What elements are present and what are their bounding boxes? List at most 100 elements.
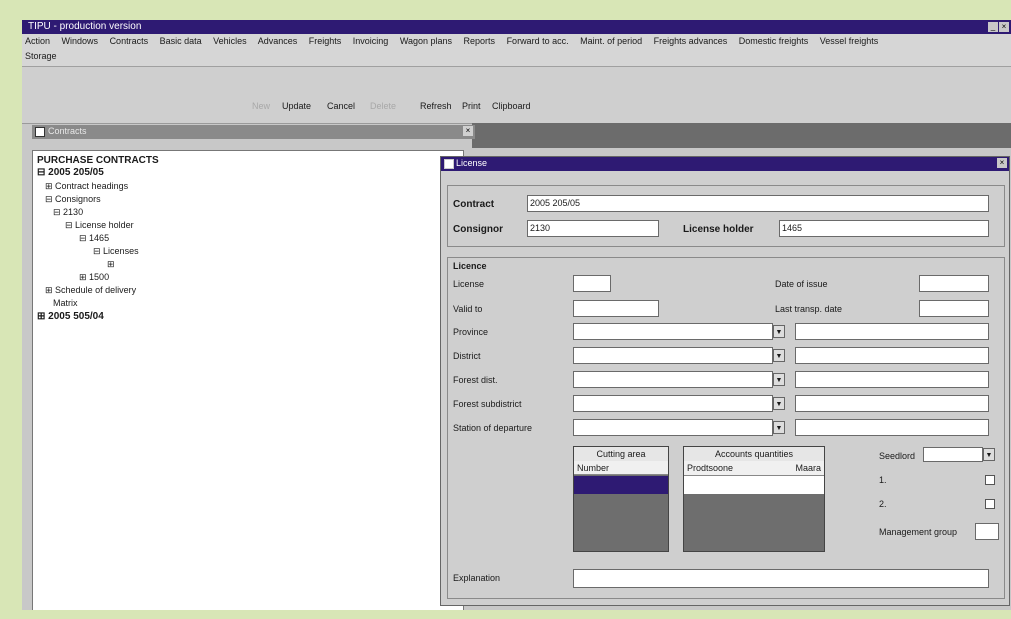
- close-icon[interactable]: ×: [463, 126, 473, 136]
- clipboard-button[interactable]: Clipboard: [492, 101, 531, 111]
- dropdown-arrow-icon[interactable]: ▼: [983, 448, 995, 461]
- menu-item[interactable]: Vessel freights: [820, 36, 879, 46]
- tree-node-label: 1500: [89, 272, 110, 282]
- contract-tree: PURCHASE CONTRACTS ⊟ 2005 205/05 ⊞ Contr…: [32, 150, 464, 610]
- new-button[interactable]: New: [252, 101, 270, 111]
- forest-dist-name-field[interactable]: [795, 371, 989, 388]
- menu-item[interactable]: Wagon plans: [400, 36, 452, 46]
- update-button[interactable]: Update: [282, 101, 311, 111]
- license-holder-field[interactable]: 1465: [779, 220, 989, 237]
- menu-item[interactable]: Contracts: [110, 36, 149, 46]
- station-select[interactable]: [573, 419, 773, 436]
- tree-panel-title-bar: Contracts ×: [32, 125, 475, 139]
- tree-node[interactable]: ⊟ Consignors: [45, 194, 101, 205]
- tree-node-label: 2005 205/05: [48, 167, 104, 178]
- province-select[interactable]: [573, 323, 773, 340]
- forest-subdistrict-select[interactable]: [573, 395, 773, 412]
- workspace-background: [472, 123, 1011, 148]
- forest-subdistrict-label: Forest subdistrict: [453, 399, 522, 409]
- tree-node[interactable]: ⊞ 1500: [79, 272, 109, 283]
- consignor-field[interactable]: 2130: [527, 220, 659, 237]
- tree-node-contract[interactable]: ⊞ 2005 505/04: [37, 311, 104, 322]
- checkbox-1[interactable]: [985, 475, 995, 485]
- tree-node-contract[interactable]: ⊟ 2005 205/05: [37, 167, 104, 178]
- last-transp-date-label: Last transp. date: [775, 304, 843, 314]
- contract-field[interactable]: 2005 205/05: [527, 195, 989, 212]
- dialog-title-bar: License ×: [441, 157, 1009, 171]
- window-icon: [444, 159, 454, 169]
- accounts-quantities-grid[interactable]: Accounts quantities Prodtsoone Maara: [683, 446, 825, 552]
- forest-dist-label: Forest dist.: [453, 375, 498, 385]
- tree-node-label: Consignors: [55, 194, 101, 204]
- delete-button[interactable]: Delete: [370, 101, 396, 111]
- menu-item[interactable]: Advances: [258, 36, 298, 46]
- valid-to-field[interactable]: [573, 300, 659, 317]
- management-group-field[interactable]: [975, 523, 999, 540]
- district-select[interactable]: [573, 347, 773, 364]
- tree-node[interactable]: ⊞ Schedule of delivery: [45, 285, 136, 296]
- province-name-field[interactable]: [795, 323, 989, 340]
- dropdown-arrow-icon[interactable]: ▼: [773, 325, 785, 338]
- accounts-column-product[interactable]: Prodtsoone: [687, 461, 733, 475]
- menu-item[interactable]: Maint. of period: [580, 36, 642, 46]
- menu-item[interactable]: Invoicing: [353, 36, 389, 46]
- refresh-button[interactable]: Refresh: [420, 101, 452, 111]
- accounts-quantities-header: Accounts quantities: [684, 447, 824, 462]
- window-controls: _ ×: [987, 21, 1009, 32]
- menu-row: Action Windows Contracts Basic data Vehi…: [25, 36, 887, 46]
- license-label: License: [453, 279, 485, 289]
- cutting-area-column[interactable]: Number: [574, 461, 668, 475]
- checkbox-2[interactable]: [985, 499, 995, 509]
- tree-node-label: 1465: [89, 233, 110, 243]
- tree-node-label: Schedule of delivery: [55, 285, 137, 295]
- dialog-title: License: [456, 158, 488, 168]
- menu-item[interactable]: Action: [25, 36, 50, 46]
- accounts-columns: Prodtsoone Maara: [684, 461, 824, 476]
- menu-item[interactable]: Domestic freights: [739, 36, 809, 46]
- dropdown-arrow-icon[interactable]: ▼: [773, 397, 785, 410]
- menu-item-storage[interactable]: Storage: [25, 51, 57, 61]
- tree-node[interactable]: ⊟ Licenses: [93, 246, 139, 257]
- tree-node[interactable]: ⊟ 2130: [53, 207, 83, 218]
- consignor-label: Consignor: [453, 224, 503, 235]
- menu-item[interactable]: Basic data: [160, 36, 202, 46]
- tree-root[interactable]: PURCHASE CONTRACTS: [37, 155, 159, 166]
- dropdown-arrow-icon[interactable]: ▼: [773, 349, 785, 362]
- district-name-field[interactable]: [795, 347, 989, 364]
- menu-item[interactable]: Reports: [464, 36, 496, 46]
- station-name-field[interactable]: [795, 419, 989, 436]
- seedlord-select[interactable]: [923, 447, 983, 462]
- forest-subdistrict-name-field[interactable]: [795, 395, 989, 412]
- selected-row[interactable]: [574, 476, 668, 494]
- checkbox-2-label: 2.: [879, 499, 887, 509]
- license-field[interactable]: [573, 275, 611, 292]
- tree-node[interactable]: ⊟ License holder: [65, 220, 134, 231]
- tree-node[interactable]: ⊟ 1465: [79, 233, 109, 244]
- menu-item[interactable]: Windows: [62, 36, 99, 46]
- forest-dist-select[interactable]: [573, 371, 773, 388]
- accounts-column-amount[interactable]: Maara: [795, 461, 821, 475]
- date-of-issue-field[interactable]: [919, 275, 989, 292]
- management-group-label: Management group: [879, 527, 958, 537]
- close-icon[interactable]: ×: [997, 158, 1007, 168]
- tree-node-label: License holder: [75, 220, 134, 230]
- menu-item[interactable]: Freights advances: [654, 36, 728, 46]
- minimize-icon[interactable]: _: [988, 22, 998, 32]
- menu-item[interactable]: Vehicles: [213, 36, 247, 46]
- table-row[interactable]: [684, 476, 824, 494]
- menu-bar: Action Windows Contracts Basic data Vehi…: [22, 34, 1011, 67]
- tree-node[interactable]: ⊞: [107, 259, 115, 270]
- cancel-button[interactable]: Cancel: [327, 101, 355, 111]
- tree-node[interactable]: ⊞ Contract headings: [45, 181, 128, 192]
- dropdown-arrow-icon[interactable]: ▼: [773, 421, 785, 434]
- menu-item[interactable]: Freights: [309, 36, 342, 46]
- dropdown-arrow-icon[interactable]: ▼: [773, 373, 785, 386]
- license-dialog: License × Contract 2005 205/05 Consignor…: [440, 156, 1010, 606]
- menu-item[interactable]: Forward to acc.: [507, 36, 569, 46]
- last-transp-date-field[interactable]: [919, 300, 989, 317]
- explanation-field[interactable]: [573, 569, 989, 588]
- cutting-area-grid[interactable]: Cutting area Number: [573, 446, 669, 552]
- tree-node[interactable]: Matrix: [53, 298, 78, 308]
- close-icon[interactable]: ×: [999, 22, 1009, 32]
- print-button[interactable]: Print: [462, 101, 481, 111]
